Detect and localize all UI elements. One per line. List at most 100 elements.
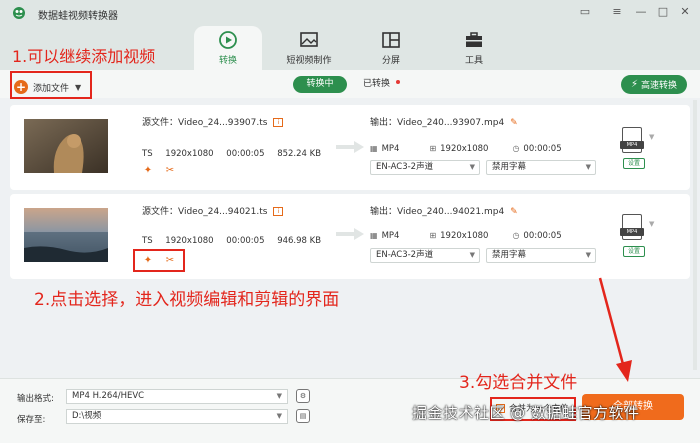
file-list: 源文件：Video_24...93907.ts i TS 1920x1080 0… (10, 100, 690, 372)
edit-tools: ✦ ✂ (142, 165, 176, 177)
format-badge[interactable]: MP4 (620, 214, 644, 240)
file-row[interactable]: 源文件：Video_24...93907.ts i TS 1920x1080 0… (10, 105, 690, 190)
toolbar (0, 70, 700, 98)
scrollbar[interactable] (693, 100, 697, 370)
arrow-right-icon (336, 228, 364, 240)
lightning-icon: ⚡ (630, 79, 638, 90)
video-thumbnail-lion[interactable] (24, 119, 108, 173)
audio-track-value: EN-AC3-2声道 (376, 250, 434, 260)
pencil-icon[interactable]: ✎ (510, 207, 518, 217)
clock-icon: ◷ (512, 144, 520, 153)
output-meta: ▦ MP4 ⊞ 1920x1080 ◷ 00:00:05 (370, 144, 562, 154)
output-format-value: MP4 H.264/HEVC (72, 391, 145, 401)
output-format-label: 输出格式: (17, 394, 54, 404)
source-size: 946.98 KB (277, 236, 322, 246)
subtitle-select[interactable]: 禁用字幕 ▼ (486, 248, 596, 263)
tab-convert[interactable]: 转换 (194, 26, 262, 70)
format-badge[interactable]: MP4 (620, 127, 644, 153)
folder-icon[interactable]: ▤ (296, 409, 310, 423)
chevron-down-icon: ▼ (276, 392, 282, 400)
annotation-step3: 3.勾选合并文件 (459, 373, 578, 393)
app-title: 数据蛙视频转换器 (38, 11, 118, 22)
minimize-button[interactable]: — (634, 5, 648, 19)
menu-icon[interactable]: ≡ (610, 5, 624, 19)
subtitle-select[interactable]: 禁用字幕 ▼ (486, 160, 596, 175)
info-icon[interactable]: i (273, 207, 284, 216)
maximize-button[interactable]: □ (656, 5, 670, 19)
film-icon: ▦ (370, 144, 378, 153)
tab-converting[interactable]: 转换中 (293, 76, 347, 93)
source-meta: TS 1920x1080 00:00:05 946.98 KB (142, 236, 331, 246)
tab-tools[interactable]: 工具 (440, 26, 508, 70)
subtitle-value: 禁用字幕 (492, 250, 527, 260)
image-icon (300, 32, 318, 47)
app-window: 数据蛙视频转换器 ▭ ≡ — □ ✕ 转换 短视频制作 分屏 工具 + 添加文件… (0, 0, 700, 443)
split-screen-icon (382, 32, 400, 48)
film-icon: ▦ (370, 231, 378, 240)
source-duration: 00:00:05 (226, 149, 265, 159)
output-format-select[interactable]: MP4 H.264/HEVC ▼ (66, 389, 288, 404)
output-meta: ▦ MP4 ⊞ 1920x1080 ◷ 00:00:05 (370, 231, 562, 241)
frog-logo-icon (13, 7, 25, 19)
scissors-icon[interactable]: ✂ (164, 165, 176, 177)
source-size: 852.24 KB (277, 149, 322, 159)
format-badge-label: MP4 (620, 141, 644, 149)
video-thumbnail-sea[interactable] (24, 208, 108, 262)
close-button[interactable]: ✕ (678, 5, 692, 19)
fast-convert-button[interactable]: ⚡ 高速转换 (621, 75, 687, 94)
arrow-right-icon (336, 141, 364, 153)
audio-track-select[interactable]: EN-AC3-2声道 ▼ (370, 160, 480, 175)
feedback-icon[interactable]: ▭ (578, 5, 592, 19)
fast-convert-label: 高速转换 (641, 81, 678, 91)
subtitle-value: 禁用字幕 (492, 162, 527, 172)
annotation-step1: 1.可以继续添加视频 (12, 47, 156, 66)
output-resolution: 1920x1080 (440, 144, 489, 154)
resolution-icon: ⊞ (429, 144, 437, 153)
source-resolution: 1920x1080 (165, 149, 214, 159)
output-duration: 00:00:05 (523, 231, 562, 241)
audio-track-value: EN-AC3-2声道 (376, 162, 434, 172)
tab-split-screen[interactable]: 分屏 (357, 26, 425, 70)
convert-icon (219, 31, 237, 49)
tab-split-screen-label: 分屏 (381, 56, 400, 66)
annotation-arrow-icon (598, 277, 632, 382)
output-filename-text: 输出：Video_240...93907.mp4 (370, 118, 505, 128)
caret-down-icon[interactable]: ▼ (649, 133, 654, 141)
output-format: MP4 (381, 144, 400, 154)
chevron-down-icon: ▼ (585, 251, 591, 259)
save-to-value: D:\视频 (72, 411, 102, 421)
chevron-down-icon: ▼ (469, 163, 475, 171)
output-format: MP4 (381, 231, 400, 241)
source-filename-text: 源文件：Video_24...93907.ts (142, 118, 268, 128)
tab-short-video-label: 短视频制作 (286, 56, 332, 66)
clock-icon: ◷ (512, 231, 520, 240)
output-resolution-group: ⊞ 1920x1080 (429, 231, 488, 241)
notification-dot (396, 80, 400, 84)
settings-button[interactable]: 设置 (623, 246, 645, 257)
magic-wand-icon[interactable]: ✦ (142, 165, 154, 177)
settings-button[interactable]: 设置 (623, 158, 645, 169)
file-row[interactable]: 源文件：Video_24...94021.ts i TS 1920x1080 0… (10, 194, 690, 279)
format-settings-icon[interactable]: ⚙ (296, 389, 310, 403)
info-icon[interactable]: i (273, 118, 284, 127)
tab-tools-label: 工具 (464, 56, 483, 66)
save-to-select[interactable]: D:\视频 ▼ (66, 409, 288, 424)
save-to-label: 保存至: (17, 415, 46, 425)
source-resolution: 1920x1080 (165, 236, 214, 246)
audio-track-select[interactable]: EN-AC3-2声道 ▼ (370, 248, 480, 263)
output-format-group: ▦ MP4 (370, 144, 399, 154)
tab-converted[interactable]: 已转换 (363, 76, 403, 93)
caret-down-icon[interactable]: ▼ (649, 220, 654, 228)
output-filename: 输出：Video_240...94021.mp4 ✎ (370, 204, 518, 217)
chevron-down-icon: ▼ (276, 412, 282, 420)
title-bar: 数据蛙视频转换器 ▭ ≡ — □ ✕ (0, 0, 700, 26)
annotation-step2: 2.点击选择，进入视频编辑和剪辑的界面 (34, 290, 340, 310)
watermark: 掘金技术社区 @ 数据蛙官方软件 (412, 404, 640, 422)
pencil-icon[interactable]: ✎ (510, 118, 518, 128)
annotation-box-add-file (10, 71, 92, 99)
output-duration-group: ◷ 00:00:05 (512, 144, 561, 154)
output-duration: 00:00:05 (523, 144, 562, 154)
tab-short-video[interactable]: 短视频制作 (275, 26, 343, 70)
output-resolution: 1920x1080 (440, 231, 489, 241)
chevron-down-icon: ▼ (585, 163, 591, 171)
